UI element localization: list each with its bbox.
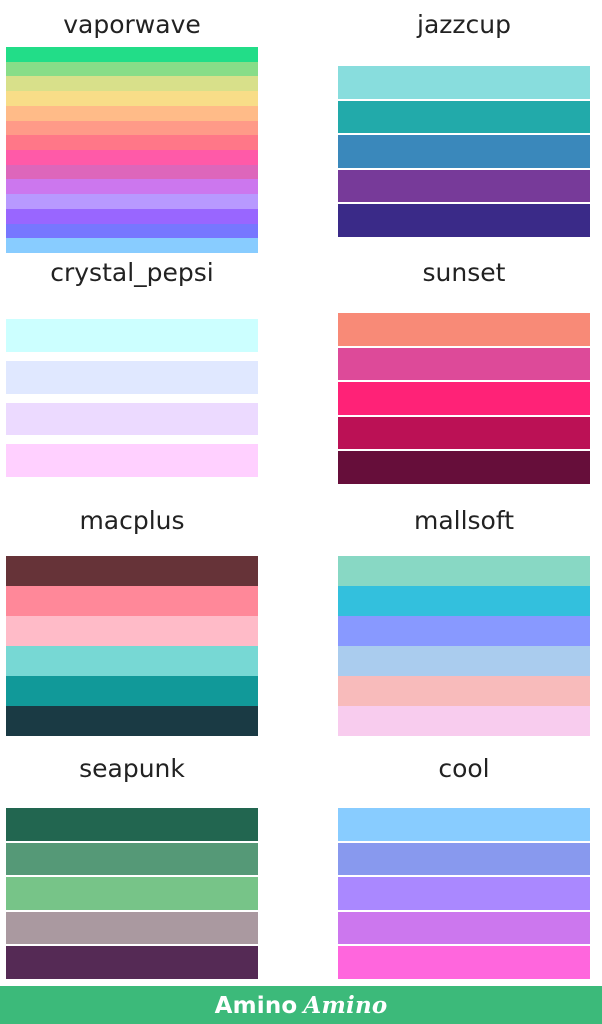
palette-title: mallsoft <box>413 506 515 535</box>
color-swatch <box>338 416 590 450</box>
color-swatch <box>338 808 590 841</box>
color-swatch <box>6 616 258 646</box>
amino-logo: Amino Amino <box>215 992 388 1019</box>
amino-logo-script: Amino <box>303 991 388 1019</box>
color-swatch <box>338 946 590 979</box>
color-swatch <box>338 586 590 616</box>
color-swatch <box>6 135 258 151</box>
color-swatch <box>6 402 258 436</box>
color-swatch <box>338 911 590 945</box>
color-swatch <box>338 382 590 415</box>
palette-title: vaporwave <box>63 10 201 39</box>
amino-logo-text: Amino <box>214 992 298 1019</box>
color-swatch <box>6 179 258 195</box>
color-swatch <box>338 66 590 99</box>
color-swatch <box>6 706 258 736</box>
color-swatch <box>6 877 258 910</box>
color-swatch <box>338 100 590 134</box>
color-swatch <box>6 646 258 676</box>
color-swatch <box>6 842 258 876</box>
color-swatch <box>6 150 258 165</box>
color-swatch <box>6 105 258 121</box>
swatch-strip <box>6 556 258 736</box>
swatch-strip <box>338 313 590 484</box>
swatch-strip <box>338 808 590 979</box>
swatch-strip <box>6 808 258 979</box>
color-swatch <box>6 47 258 62</box>
palette-title: crystal_pepsi <box>50 258 214 287</box>
swatch-strip <box>6 319 258 477</box>
palette-title: jazzcup <box>417 10 511 39</box>
color-swatch <box>6 194 258 209</box>
color-swatch <box>6 164 258 180</box>
color-swatch <box>338 451 590 484</box>
palette-title: macplus <box>79 506 185 535</box>
color-swatch <box>338 646 590 676</box>
color-swatch <box>338 556 590 586</box>
color-swatch <box>6 946 258 979</box>
palette-title: cool <box>438 754 490 783</box>
color-swatch <box>6 76 258 92</box>
color-swatch <box>338 169 590 203</box>
color-swatch <box>6 238 258 254</box>
color-swatch <box>338 616 590 646</box>
palette-title: sunset <box>422 258 506 287</box>
color-swatch <box>6 556 258 586</box>
color-swatch <box>6 586 258 616</box>
color-swatch <box>6 319 258 352</box>
color-swatch <box>338 676 590 706</box>
color-swatch <box>338 313 590 346</box>
amino-footer-banner: Amino Amino <box>0 986 602 1024</box>
color-swatch <box>6 208 258 224</box>
color-swatch <box>6 360 258 394</box>
swatch-strip <box>338 66 590 237</box>
color-swatch <box>6 911 258 945</box>
color-swatch <box>6 223 258 239</box>
color-swatch <box>338 347 590 381</box>
color-swatch <box>6 808 258 841</box>
swatch-strip <box>6 47 258 254</box>
color-swatch <box>6 120 258 136</box>
color-swatch <box>338 135 590 168</box>
color-swatch <box>6 61 258 77</box>
palette-title: seapunk <box>79 754 185 783</box>
color-swatch <box>338 204 590 237</box>
color-swatch <box>338 877 590 910</box>
color-swatch <box>338 842 590 876</box>
color-swatch <box>6 91 258 106</box>
color-swatch <box>6 444 258 477</box>
color-swatch <box>6 676 258 706</box>
swatch-strip <box>338 556 590 736</box>
color-swatch <box>338 706 590 736</box>
